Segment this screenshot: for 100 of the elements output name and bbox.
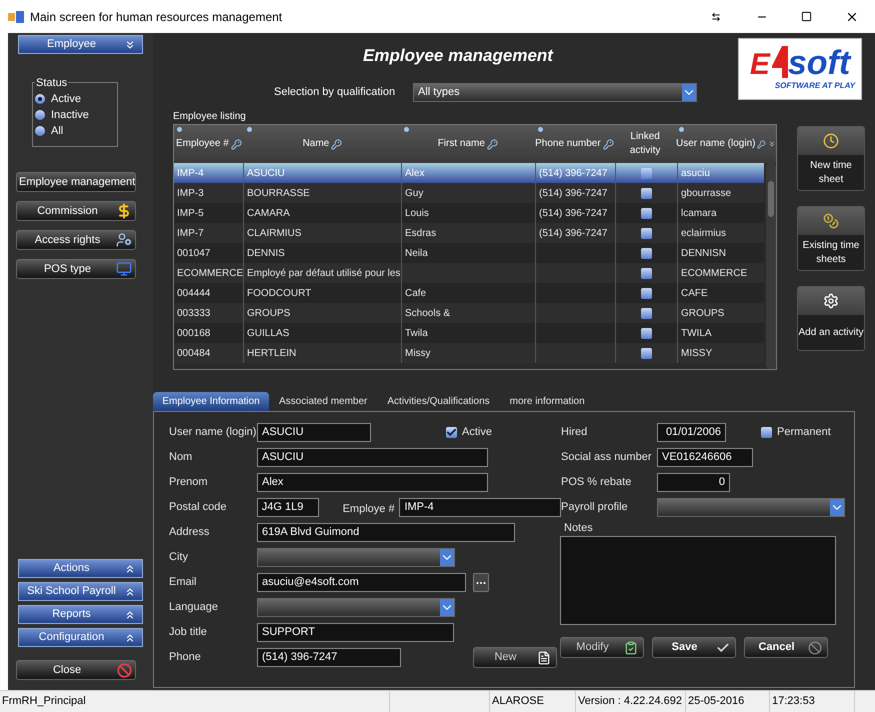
text-field[interactable]: 0 — [657, 473, 730, 492]
table-row[interactable]: IMP-4 ASUCIU Alex (514) 396-7247 asuciu — [174, 163, 764, 183]
field-label: Selection by qualification — [274, 85, 396, 100]
field-label: Active — [462, 425, 492, 440]
checkbox[interactable] — [641, 248, 652, 258]
section-header[interactable]: Employee — [18, 35, 143, 54]
text-field[interactable]: VE016246606 — [657, 448, 753, 467]
text-field[interactable]: 01/01/2006 — [657, 423, 726, 442]
radio-button[interactable] — [35, 110, 45, 120]
dropdown[interactable] — [257, 598, 455, 617]
ban-icon — [808, 640, 822, 654]
table-row[interactable]: 001047 DENNIS Neila DENNISN — [174, 243, 764, 263]
section-header[interactable]: Ski School Payroll — [18, 582, 143, 601]
column-header[interactable]: Employee # — [174, 125, 244, 163]
field-label: User name (login) — [169, 425, 257, 440]
nav-button[interactable]: POS type — [16, 259, 136, 279]
checkbox[interactable] — [641, 308, 652, 318]
checkbox[interactable] — [641, 208, 652, 218]
checkbox[interactable] — [641, 228, 652, 238]
text-field[interactable]: J4G 1L9 — [256, 498, 319, 517]
action-button[interactable]: Modify — [560, 637, 644, 658]
dropdown[interactable] — [257, 548, 455, 567]
table-row[interactable]: 000484 HERTLEIN Missy MISSY — [174, 343, 764, 363]
table-row[interactable]: ECOMMERCE Employé par défaut utilisé pour les ECOMMERCE — [174, 263, 764, 283]
checkbox[interactable] — [446, 427, 457, 438]
section-header[interactable]: Configuration — [18, 628, 143, 647]
text-field[interactable]: asuciu@e4soft.com — [257, 573, 466, 592]
column-header[interactable]: Linked activity — [614, 125, 676, 163]
field-label: POS % rebate — [561, 475, 632, 490]
text-field[interactable]: Alex — [257, 473, 488, 492]
nav-button[interactable]: Employee management — [16, 172, 136, 192]
status-cell: 17:23:53 — [770, 691, 855, 712]
table-cell-text: TWILA — [680, 326, 713, 340]
tab[interactable]: Activities/Qualifications — [377, 392, 500, 411]
field-label: Permanent — [777, 425, 831, 440]
field-label: Language — [169, 600, 219, 616]
table-cell-text: MISSY — [680, 346, 714, 360]
table-cell-text: eclairmius — [680, 226, 728, 240]
field-label: Address — [169, 525, 210, 540]
chevrons-down-icon — [124, 38, 136, 50]
radio-button[interactable] — [35, 94, 45, 104]
checkbox[interactable] — [641, 268, 652, 278]
section-header[interactable]: Reports — [18, 605, 143, 624]
checkbox[interactable] — [641, 188, 652, 198]
tab[interactable]: Employee Information — [153, 392, 269, 411]
column-header[interactable]: Phone number — [534, 125, 614, 163]
nav-button[interactable]: Access rights — [16, 230, 136, 250]
checkbox[interactable] — [641, 288, 652, 298]
checkbox[interactable] — [641, 348, 652, 358]
side-button[interactable]: New time sheet — [797, 126, 865, 191]
table-row[interactable]: 004444 FOODCOURT Cafe CAFE — [174, 283, 764, 303]
chevrons-up-icon — [124, 632, 136, 644]
text-field[interactable]: ASUCIU — [257, 423, 371, 442]
checkbox[interactable] — [641, 168, 652, 178]
checkbox[interactable] — [761, 427, 772, 438]
action-button[interactable]: Save — [652, 637, 736, 658]
monitor-icon — [116, 261, 132, 277]
column-header[interactable]: User name (login) — [676, 125, 776, 163]
key-icon[interactable] — [230, 138, 242, 150]
radio-button[interactable] — [35, 126, 45, 136]
nav-button[interactable]: Commission — [16, 201, 136, 221]
table-row[interactable]: IMP-7 CLAIRMIUS Esdras (514) 396-7247 eclairmius — [174, 223, 764, 243]
field-label: Nom — [169, 450, 194, 466]
text-field[interactable]: (514) 396-7247 — [257, 648, 401, 667]
close-button[interactable]: Close — [16, 660, 136, 680]
key-icon[interactable] — [486, 138, 498, 150]
table-cell-text: ECOMMERCE — [680, 266, 748, 280]
chevrons-down-icon[interactable] — [768, 139, 776, 149]
table-row[interactable]: 003333 GROUPS Schools & GROUPS — [174, 303, 764, 323]
field-label: Prenom — [169, 475, 209, 490]
scrollbar[interactable] — [766, 163, 776, 369]
chevrons-up-icon — [124, 586, 136, 598]
column-header[interactable]: Name — [244, 125, 402, 163]
action-button[interactable]: New — [473, 647, 557, 668]
table-cell-text: CAFE — [680, 286, 709, 300]
field-label: Social ass number — [561, 450, 652, 466]
section-header[interactable]: Actions — [18, 559, 143, 578]
text-field[interactable]: 619A Blvd Guimond — [257, 523, 515, 542]
ban-icon — [117, 662, 132, 678]
table-row[interactable]: IMP-3 BOURRASSE Guy (514) 396-7247 gbourrasse — [174, 183, 764, 203]
maximize-icon[interactable] — [801, 11, 812, 22]
text-field[interactable]: IMP-4 — [399, 498, 561, 517]
column-header[interactable]: First name — [401, 125, 535, 163]
side-button[interactable]: Add an activity — [797, 286, 865, 351]
tab[interactable]: Associated member — [269, 392, 378, 411]
text-field[interactable]: ASUCIU — [257, 448, 488, 467]
key-icon[interactable] — [602, 138, 614, 150]
dropdown[interactable] — [657, 498, 845, 517]
tab[interactable]: more information — [500, 392, 595, 411]
key-icon[interactable] — [757, 138, 766, 150]
notes-field[interactable] — [560, 536, 836, 625]
text-field[interactable]: SUPPORT — [257, 623, 454, 642]
checkbox[interactable] — [641, 328, 652, 338]
dropdown[interactable]: All types — [413, 83, 697, 102]
browse-button[interactable] — [473, 573, 489, 592]
action-button[interactable]: Cancel — [744, 637, 828, 658]
side-button[interactable]: Existing time sheets — [797, 206, 865, 271]
key-icon[interactable] — [331, 138, 342, 150]
table-row[interactable]: IMP-5 CAMARA Louis (514) 396-7247 lcamara — [174, 203, 764, 223]
table-row[interactable]: 000168 GUILLAS Twila TWILA — [174, 323, 764, 343]
